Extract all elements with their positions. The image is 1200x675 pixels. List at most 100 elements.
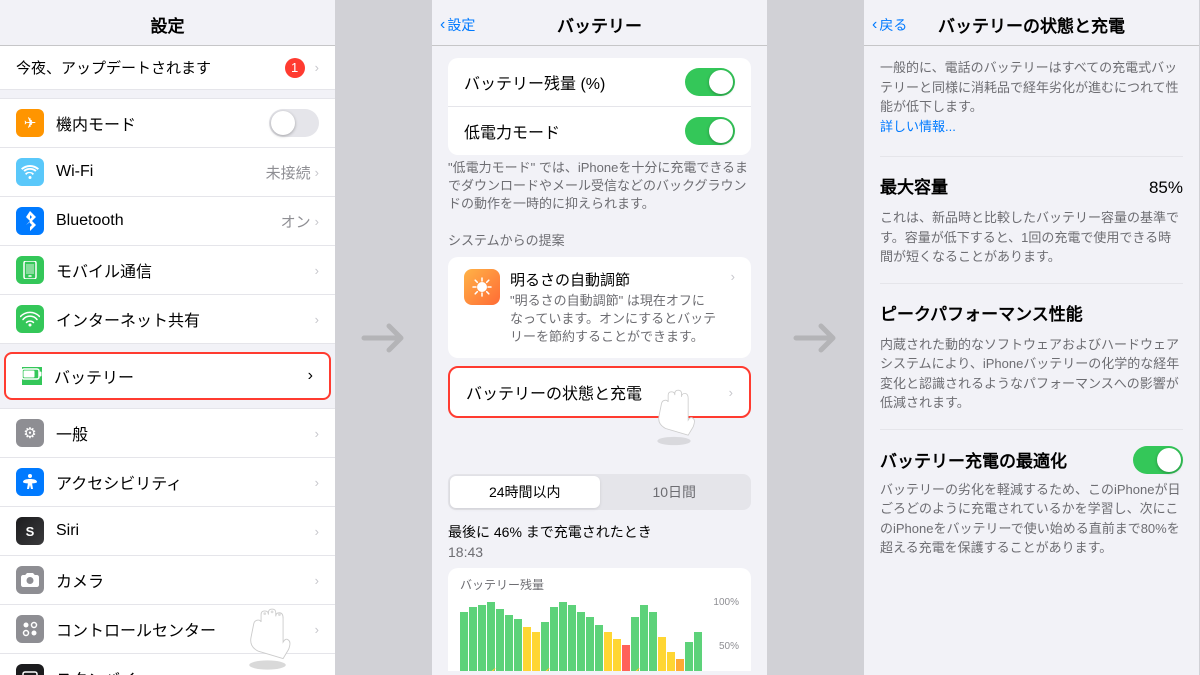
suggestion-text: 明るさの自動調節 "明るさの自動調節" は現在オフになっています。オンにするとバ… — [510, 269, 717, 347]
sidebar-item-general[interactable]: ⚙ 一般 › — [0, 408, 335, 458]
health-title: バッテリーの状態と充電 — [938, 12, 1125, 37]
battery-percentage-toggle[interactable] — [685, 68, 735, 96]
panel3-intro-link[interactable]: 詳しい情報... — [880, 119, 956, 134]
battery-label: バッテリー — [54, 364, 308, 388]
accessibility-chevron: › — [315, 475, 319, 490]
optimize-section: バッテリー充電の最適化 バッテリーの劣化を軽減するため、このiPhoneが日ごろ… — [880, 446, 1183, 558]
divider-2 — [880, 283, 1183, 284]
airplane-icon: ✈ — [16, 109, 44, 137]
hand-pointer-2 — [649, 386, 699, 446]
battery-title: バッテリー — [557, 12, 642, 37]
system-suggestion-label: システムからの提案 — [432, 222, 767, 253]
mobile-chevron: › — [315, 263, 319, 278]
svg-text:⚡: ⚡ — [542, 667, 552, 671]
update-badge: 1 — [285, 58, 305, 78]
mobile-label: モバイル通信 — [56, 258, 315, 282]
bluetooth-icon — [16, 207, 44, 235]
max-capacity-section: 最大容量 85% これは、新品時と比較したバッテリー容量の基準です。容量が低下す… — [880, 173, 1183, 267]
panel-settings: 設定 今夜、アップデートされます 1 › ✈ 機内モード Wi-Fi 未接続 ›… — [0, 0, 335, 675]
suggestion-desc: "明るさの自動調節" は現在オフになっています。オンにするとバッテリーを節約する… — [510, 292, 717, 347]
battery-content: バッテリー残量 (%) 低電力モード "低電力モード" では、iPhoneを十分… — [432, 46, 767, 671]
panel3-content: 一般的に、電話のバッテリーはすべての充電式バッテリーと同様に消耗品で経年劣化が進… — [864, 46, 1199, 671]
hotspot-chevron: › — [315, 312, 319, 327]
tab-10d[interactable]: 10日間 — [600, 476, 750, 508]
standby-icon — [16, 664, 44, 675]
battery-chart-svg: ⚡ ⚡ ⚡ — [460, 597, 720, 671]
siri-label: Siri — [56, 522, 315, 540]
siri-chevron: › — [315, 524, 319, 539]
low-power-toggle[interactable] — [685, 117, 735, 145]
sidebar-item-camera[interactable]: カメラ › — [0, 556, 335, 605]
hotspot-icon — [16, 305, 44, 333]
chart-label: バッテリー残量 — [460, 576, 739, 593]
low-power-row[interactable]: 低電力モード — [448, 107, 751, 155]
battery-health-item[interactable]: バッテリーの状態と充電 › — [448, 366, 751, 418]
standby-chevron: › — [315, 671, 319, 675]
sidebar-item-bluetooth[interactable]: Bluetooth オン › — [0, 197, 335, 246]
airplane-toggle[interactable] — [269, 109, 319, 137]
max-capacity-title: 最大容量 — [880, 173, 948, 198]
settings-title: 設定 — [151, 12, 185, 37]
optimize-desc: バッテリーの劣化を軽減するため、このiPhoneが日ごろどのように充電されている… — [880, 480, 1183, 558]
battery-header: ‹ 設定 バッテリー — [432, 0, 767, 46]
update-text: 今夜、アップデートされます — [16, 57, 211, 78]
general-icon: ⚙ — [16, 419, 44, 447]
camera-label: カメラ — [56, 568, 315, 592]
settings-header: 設定 — [0, 0, 335, 46]
battery-percentage-row[interactable]: バッテリー残量 (%) — [448, 58, 751, 107]
panel-battery: ‹ 設定 バッテリー バッテリー残量 (%) 低電力モード "低電力モード" で… — [432, 0, 767, 675]
svg-text:⚡: ⚡ — [632, 667, 642, 671]
sidebar-item-wifi[interactable]: Wi-Fi 未接続 › — [0, 148, 335, 197]
mobile-icon — [16, 256, 44, 284]
sidebar-item-hotspot[interactable]: インターネット共有 › — [0, 295, 335, 344]
peak-section: ピークパフォーマンス性能 内蔵された動的なソフトウェアおよびハードウェアシステム… — [880, 300, 1183, 413]
battery-back-label: 設定 — [447, 15, 475, 35]
tab-24h[interactable]: 24時間以内 — [450, 476, 600, 508]
general-label: 一般 — [56, 421, 315, 445]
sidebar-item-battery[interactable]: バッテリー › — [4, 352, 331, 400]
peak-title: ピークパフォーマンス性能 — [880, 300, 1083, 325]
svg-text:⚡: ⚡ — [488, 667, 498, 671]
battery-chart: バッテリー残量 100% 50% 0% — [448, 568, 751, 671]
health-back-label: 戻る — [879, 15, 907, 35]
hotspot-label: インターネット共有 — [56, 307, 315, 331]
airplane-label: 機内モード — [56, 111, 269, 135]
wifi-label: Wi-Fi — [56, 163, 266, 181]
health-back-btn[interactable]: ‹ 戻る — [872, 15, 907, 35]
arrow-2 — [767, 0, 864, 675]
panel3-intro-text: 一般的に、電話のバッテリーはすべての充電式バッテリーと同様に消耗品で経年劣化が進… — [880, 60, 1179, 114]
max-capacity-desc: これは、新品時と比較したバッテリー容量の基準です。容量が低下すると、1回の充電で… — [880, 208, 1183, 267]
low-power-desc: "低電力モード" では、iPhoneを十分に充電できるまでダウンロードやメール受… — [432, 155, 767, 222]
suggestion-card[interactable]: 明るさの自動調節 "明るさの自動調節" は現在オフになっています。オンにするとバ… — [448, 257, 751, 359]
suggestion-chevron: › — [731, 269, 735, 284]
sidebar-item-accessibility[interactable]: アクセシビリティ › — [0, 458, 335, 507]
general-chevron: › — [315, 426, 319, 441]
panel3-intro: 一般的に、電話のバッテリーはすべての充電式バッテリーと同様に消耗品で経年劣化が進… — [880, 46, 1183, 140]
suggestion-title: 明るさの自動調節 — [510, 269, 717, 290]
update-notification[interactable]: 今夜、アップデートされます 1 › — [0, 46, 335, 90]
update-chevron: › — [315, 60, 319, 75]
charge-time: 18:43 — [432, 544, 767, 568]
battery-health-header: ‹ 戻る バッテリーの状態と充電 — [864, 0, 1199, 46]
camera-icon — [16, 566, 44, 594]
bluetooth-value: オン — [281, 211, 311, 232]
battery-chevron: › — [308, 367, 313, 385]
siri-icon: S — [16, 517, 44, 545]
battery-icon — [22, 367, 42, 385]
battery-back-btn[interactable]: ‹ 設定 — [440, 15, 475, 35]
wifi-value: 未接続 — [266, 162, 311, 183]
time-tabs: 24時間以内 10日間 — [448, 474, 751, 510]
bluetooth-label: Bluetooth — [56, 212, 281, 230]
wifi-chevron: › — [315, 165, 319, 180]
accessibility-icon — [16, 468, 44, 496]
panel-battery-health: ‹ 戻る バッテリーの状態と充電 一般的に、電話のバッテリーはすべての充電式バッ… — [864, 0, 1199, 675]
low-power-label: 低電力モード — [464, 119, 685, 143]
optimize-row: バッテリー充電の最適化 — [880, 446, 1183, 474]
sidebar-item-mobile[interactable]: モバイル通信 › — [0, 246, 335, 295]
optimize-title: バッテリー充電の最適化 — [880, 447, 1125, 472]
sidebar-item-airplane[interactable]: ✈ 機内モード — [0, 98, 335, 148]
battery-percentage-label: バッテリー残量 (%) — [464, 70, 685, 94]
sidebar-item-siri[interactable]: S Siri › — [0, 507, 335, 556]
optimize-toggle[interactable] — [1133, 446, 1183, 474]
peak-desc: 内蔵された動的なソフトウェアおよびハードウェアシステムにより、iPhoneバッテ… — [880, 335, 1183, 413]
